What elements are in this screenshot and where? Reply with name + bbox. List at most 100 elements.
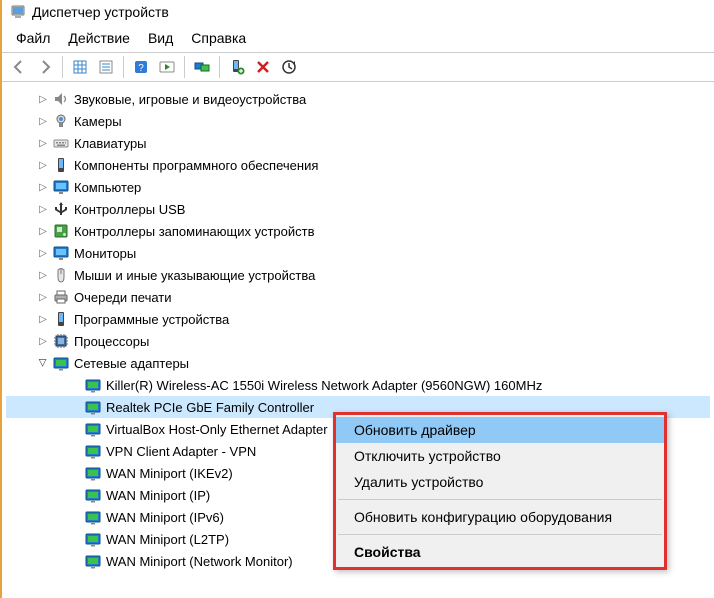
network-adapter-icon [84, 486, 102, 504]
category-label: Компьютер [72, 180, 141, 195]
monitor-icon [52, 244, 70, 262]
menu-help[interactable]: Справка [185, 28, 252, 48]
software-icon [52, 156, 70, 174]
network-adapter-icon [84, 508, 102, 526]
app-icon [10, 4, 26, 20]
expand-icon[interactable]: ▷ [36, 158, 50, 172]
expand-icon[interactable]: ▷ [36, 334, 50, 348]
spacer [68, 422, 82, 436]
network-adapter-icon [84, 552, 102, 570]
device-label: WAN Miniport (IP) [104, 488, 210, 503]
category-label: Программные устройства [72, 312, 229, 327]
category-usb[interactable]: ▷ Контроллеры USB [6, 198, 710, 220]
expand-icon[interactable]: ▷ [36, 290, 50, 304]
device-label: VPN Client Adapter - VPN [104, 444, 256, 459]
uninstall-device-button[interactable] [251, 55, 275, 79]
category-label: Контроллеры USB [72, 202, 185, 217]
network-adapter-icon [84, 376, 102, 394]
add-device-button[interactable] [225, 55, 249, 79]
collapse-icon[interactable]: ▷ [36, 356, 50, 370]
category-label: Контроллеры запоминающих устройств [72, 224, 314, 239]
window-title: Диспетчер устройств [32, 4, 169, 20]
printer-icon [52, 288, 70, 306]
spacer [68, 400, 82, 414]
network-adapter-icon [84, 464, 102, 482]
menu-file[interactable]: Файл [10, 28, 56, 48]
toolbar [2, 52, 714, 82]
spacer [68, 488, 82, 502]
category-label: Компоненты программного обеспечения [72, 158, 318, 173]
category-label: Очереди печати [72, 290, 172, 305]
category-software-devices[interactable]: ▷ Программные устройства [6, 308, 710, 330]
device-tree: ▷ Звуковые, игровые и видеоустройства ▷ … [2, 82, 714, 578]
expand-icon[interactable]: ▷ [36, 92, 50, 106]
menu-properties[interactable]: Свойства [336, 539, 664, 565]
menu-scan-hardware[interactable]: Обновить конфигурацию оборудования [336, 504, 664, 530]
device-label: WAN Miniport (L2TP) [104, 532, 229, 547]
network-adapter-icon [84, 442, 102, 460]
category-computer[interactable]: ▷ Компьютер [6, 176, 710, 198]
storage-icon [52, 222, 70, 240]
category-sound[interactable]: ▷ Звуковые, игровые и видеоустройства [6, 88, 710, 110]
device-label: WAN Miniport (IKEv2) [104, 466, 233, 481]
network-adapter-icon [84, 530, 102, 548]
expand-icon[interactable]: ▷ [36, 202, 50, 216]
menu-separator [338, 534, 662, 535]
device-label: WAN Miniport (Network Monitor) [104, 554, 293, 569]
speaker-icon [52, 90, 70, 108]
device-label: WAN Miniport (IPv6) [104, 510, 224, 525]
expand-icon[interactable]: ▷ [36, 246, 50, 260]
keyboard-icon [52, 134, 70, 152]
category-storage[interactable]: ▷ Контроллеры запоминающих устройств [6, 220, 710, 242]
expand-icon[interactable]: ▷ [36, 114, 50, 128]
properties-button[interactable] [94, 55, 118, 79]
computer-icon [52, 178, 70, 196]
menu-action[interactable]: Действие [62, 28, 136, 48]
camera-icon [52, 112, 70, 130]
action-button[interactable] [155, 55, 179, 79]
nav-back-button[interactable] [7, 55, 31, 79]
mouse-icon [52, 266, 70, 284]
spacer [68, 444, 82, 458]
show-hidden-button[interactable] [68, 55, 92, 79]
context-menu: Обновить драйвер Отключить устройство Уд… [333, 412, 667, 570]
menu-disable-device[interactable]: Отключить устройство [336, 443, 664, 469]
category-label: Мониторы [72, 246, 136, 261]
category-printqueues[interactable]: ▷ Очереди печати [6, 286, 710, 308]
category-label: Сетевые адаптеры [72, 356, 189, 371]
category-software[interactable]: ▷ Компоненты программного обеспечения [6, 154, 710, 176]
spacer [68, 466, 82, 480]
expand-icon[interactable]: ▷ [36, 180, 50, 194]
category-keyboards[interactable]: ▷ Клавиатуры [6, 132, 710, 154]
device-label: VirtualBox Host-Only Ethernet Adapter [104, 422, 328, 437]
spacer [68, 510, 82, 524]
category-label: Звуковые, игровые и видеоустройства [72, 92, 306, 107]
spacer [68, 532, 82, 546]
usb-icon [52, 200, 70, 218]
category-label: Процессоры [72, 334, 149, 349]
network-device-item[interactable]: Killer(R) Wireless-AC 1550i Wireless Net… [6, 374, 710, 396]
menu-uninstall-device[interactable]: Удалить устройство [336, 469, 664, 495]
spacer [68, 378, 82, 392]
scan-hardware-button[interactable] [277, 55, 301, 79]
category-monitors[interactable]: ▷ Мониторы [6, 242, 710, 264]
category-mice[interactable]: ▷ Мыши и иные указывающие устройства [6, 264, 710, 286]
spacer [68, 554, 82, 568]
software-icon [52, 310, 70, 328]
help-button[interactable] [129, 55, 153, 79]
category-label: Мыши и иные указывающие устройства [72, 268, 315, 283]
expand-icon[interactable]: ▷ [36, 224, 50, 238]
device-label: Realtek PCIe GbE Family Controller [104, 400, 314, 415]
network-adapter-icon [84, 398, 102, 416]
expand-icon[interactable]: ▷ [36, 312, 50, 326]
expand-icon[interactable]: ▷ [36, 268, 50, 282]
nav-forward-button[interactable] [33, 55, 57, 79]
menu-update-driver[interactable]: Обновить драйвер [336, 417, 664, 443]
view-monitors-button[interactable] [190, 55, 214, 79]
menu-view[interactable]: Вид [142, 28, 179, 48]
category-label: Камеры [72, 114, 122, 129]
category-cameras[interactable]: ▷ Камеры [6, 110, 710, 132]
category-network-adapters[interactable]: ▷ Сетевые адаптеры [6, 352, 710, 374]
category-cpu[interactable]: ▷ Процессоры [6, 330, 710, 352]
expand-icon[interactable]: ▷ [36, 136, 50, 150]
